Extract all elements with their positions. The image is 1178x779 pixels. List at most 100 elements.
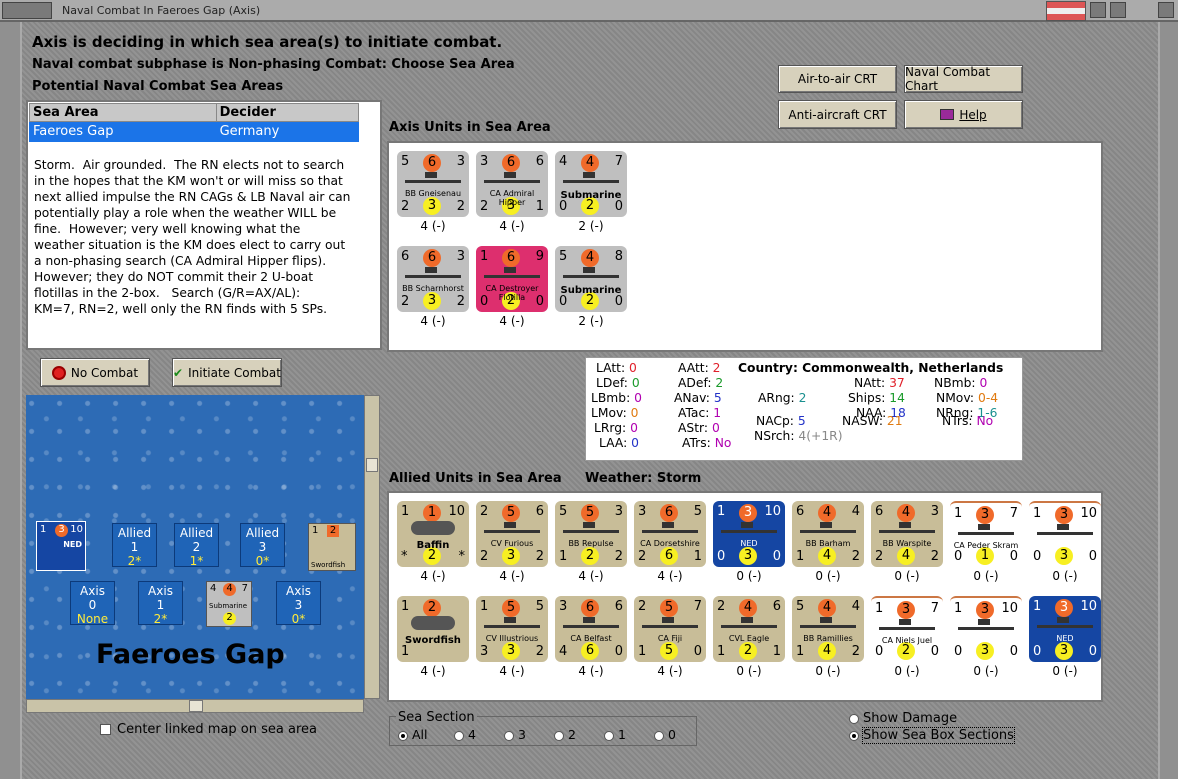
- stat-nasw: NASW: 21: [842, 414, 903, 428]
- allied-units-label: Allied Units in Sea Area: [389, 471, 562, 486]
- ned-counter[interactable]: 1 3 10 NED: [36, 521, 86, 571]
- close-button[interactable]: [1158, 2, 1174, 18]
- radio-dot[interactable]: [554, 730, 564, 741]
- stat-nsrch: NSrch: 4(+1R): [754, 429, 843, 443]
- unit-name: CA Niels Juel: [881, 636, 933, 645]
- unit-counter[interactable]: 2 4 6 1 2 1 CVL Eagle: [713, 596, 785, 662]
- counter-tl: 5: [559, 504, 568, 519]
- cell-decider[interactable]: Germany: [215, 121, 360, 142]
- sea-area-map[interactable]: 1 3 10 NED 1 2 Swordfish Allied 1 2* Allied…: [26, 395, 364, 699]
- radio-dot[interactable]: [604, 730, 614, 741]
- unit-counter[interactable]: 6 4 3 2 4 2 BB Warspite: [871, 501, 943, 567]
- unit-counter[interactable]: 2 5 6 2 3 2 CV Furious: [476, 501, 548, 567]
- scroll-thumb[interactable]: [366, 458, 378, 472]
- counter-bc: 3: [502, 642, 520, 660]
- initiate-combat-button[interactable]: ✔ Initiate Combat: [172, 358, 282, 387]
- counter-tr: 10: [1080, 506, 1097, 521]
- no-combat-button[interactable]: No Combat: [40, 358, 150, 387]
- allied-box-1[interactable]: Allied 1 2*: [112, 523, 157, 568]
- sea-section-option-All[interactable]: All: [398, 727, 454, 742]
- unit-counter[interactable]: 2 5 7 1 5 0 CA Fiji: [634, 596, 706, 662]
- scroll-thumb[interactable]: [189, 700, 203, 712]
- unit-counter[interactable]: 1 3 10 0 3 0: [1029, 501, 1101, 567]
- unit-count: 4 (-): [420, 569, 446, 583]
- unit-counter[interactable]: 5 4 8 0 2 0 Submarine: [555, 246, 627, 312]
- unit-counter[interactable]: 4 4 7 0 2 0 Submarine: [555, 151, 627, 217]
- sea-section-option-0[interactable]: 0: [654, 727, 704, 742]
- unit-name: NED: [740, 539, 758, 548]
- unit-counter[interactable]: 5 6 3 2 3 2 BB Gneisenau: [397, 151, 469, 217]
- counter-bl: 0: [559, 294, 568, 309]
- radio-dot[interactable]: [398, 730, 408, 741]
- system-menu-button[interactable]: [2, 2, 52, 19]
- unit-counter[interactable]: 1 3 10 0 3 0: [950, 596, 1022, 662]
- radio-dot[interactable]: [849, 713, 859, 724]
- counter-tr: 3: [456, 154, 465, 169]
- allied-box-2[interactable]: Allied 2 1*: [174, 523, 219, 568]
- cell-area[interactable]: Faeroes Gap: [29, 121, 217, 142]
- unit-counter[interactable]: 3 6 6 2 3 1 CA Admiral Hipper: [476, 151, 548, 217]
- checkbox-box[interactable]: [100, 724, 111, 735]
- unit-counter[interactable]: 3 6 6 4 6 0 CA Belfast: [555, 596, 627, 662]
- show-sections-radio[interactable]: Show Sea Box Sections: [849, 727, 1015, 744]
- unit-counter[interactable]: 1 6 9 0 2 0 CA Destroyer Flotilla: [476, 246, 548, 312]
- ship-silhouette: [879, 522, 935, 533]
- unit-count: 2 (-): [578, 314, 604, 328]
- unit-counter[interactable]: 6 6 3 2 3 2 BB Scharnhorst: [397, 246, 469, 312]
- swordfish-counter[interactable]: 1 2 Swordfish: [308, 523, 356, 571]
- map-horizontal-scrollbar[interactable]: [26, 699, 364, 713]
- unit-counter[interactable]: 5 5 3 1 2 2 BB Repulse: [555, 501, 627, 567]
- unit-counter[interactable]: 5 4 4 1 4 2 BB Ramillies: [792, 596, 864, 662]
- anti-aircraft-crt-button[interactable]: Anti-aircraft CRT: [778, 100, 897, 129]
- unit-counter[interactable]: 1 2 1 Swordfish: [397, 596, 469, 662]
- ship-silhouette: [1037, 524, 1093, 535]
- radio-dot[interactable]: [454, 730, 464, 741]
- sea-section-option-3[interactable]: 3: [504, 727, 554, 742]
- counter-tc: 6: [502, 249, 520, 267]
- minimize-button[interactable]: [1090, 2, 1106, 18]
- stat-natt: NAtt: 37: [854, 376, 905, 390]
- axis-box-1[interactable]: Axis 1 2*: [138, 581, 183, 626]
- unit-counter[interactable]: 1 5 5 3 3 2 CV Illustrious: [476, 596, 548, 662]
- sea-section-option-4[interactable]: 4: [454, 727, 504, 742]
- radio-dot[interactable]: [849, 730, 859, 741]
- ship-silhouette: [484, 522, 540, 533]
- show-damage-radio[interactable]: Show Damage: [849, 711, 957, 726]
- air-to-air-crt-button[interactable]: Air-to-air CRT: [778, 65, 897, 93]
- allied-box-3[interactable]: Allied 3 0*: [240, 523, 285, 568]
- unit-name: CV Furious: [490, 539, 534, 548]
- table-row[interactable]: Faeroes Gap Germany: [29, 121, 360, 142]
- counter-name: Submarine: [209, 602, 247, 610]
- sea-section-option-1[interactable]: 1: [604, 727, 654, 742]
- counter-br: 2: [930, 549, 939, 564]
- unit-name: BB Warspite: [882, 539, 932, 548]
- unit-counter[interactable]: 1 3 10 0 3 0 NED: [713, 501, 785, 567]
- counter-tc: 3: [739, 504, 757, 522]
- unit-counter[interactable]: 1 3 7 0 2 0 CA Niels Juel: [871, 596, 943, 662]
- unit-counter[interactable]: 1 1 10 * 2 * Baffin: [397, 501, 469, 567]
- center-map-checkbox[interactable]: Center linked map on sea area: [100, 722, 317, 737]
- axis-box-3[interactable]: Axis 3 0*: [276, 581, 321, 626]
- maximize-button[interactable]: [1110, 2, 1126, 18]
- ship-silhouette: [405, 172, 461, 183]
- ship-silhouette: [958, 619, 1014, 630]
- box-label: Allied: [179, 526, 214, 540]
- naval-combat-chart-button[interactable]: Naval Combat Chart: [904, 65, 1023, 93]
- axis-units-panel: 5 6 3 2 3 2 BB Gneisenau 4 (-) 3 6 6 2 3 1 CA Admiral …: [387, 141, 1103, 352]
- axis-box-0[interactable]: Axis 0 None: [70, 581, 115, 626]
- map-vertical-scrollbar[interactable]: [364, 395, 380, 699]
- submarine-counter[interactable]: 4 4 7 Submarine 2: [206, 581, 252, 627]
- counter-tr: 8: [614, 249, 623, 264]
- unit-counter[interactable]: 1 3 10 0 3 0 NED: [1029, 596, 1101, 662]
- sea-section-option-2[interactable]: 2: [554, 727, 604, 742]
- radio-dot[interactable]: [654, 730, 664, 741]
- radio-dot[interactable]: [504, 730, 514, 741]
- german-flag-icon: [1046, 1, 1086, 21]
- unit-count: 4 (-): [657, 664, 683, 678]
- unit-counter[interactable]: 1 3 7 0 1 0 CA Peder Skram: [950, 501, 1022, 567]
- unit-counter[interactable]: 6 4 4 1 4 2 BB Barham: [792, 501, 864, 567]
- counter-tl: 2: [638, 599, 647, 614]
- help-button[interactable]: Help: [904, 100, 1023, 129]
- counter-bc: 6: [660, 547, 678, 565]
- unit-counter[interactable]: 3 6 5 2 6 1 CA Dorsetshire: [634, 501, 706, 567]
